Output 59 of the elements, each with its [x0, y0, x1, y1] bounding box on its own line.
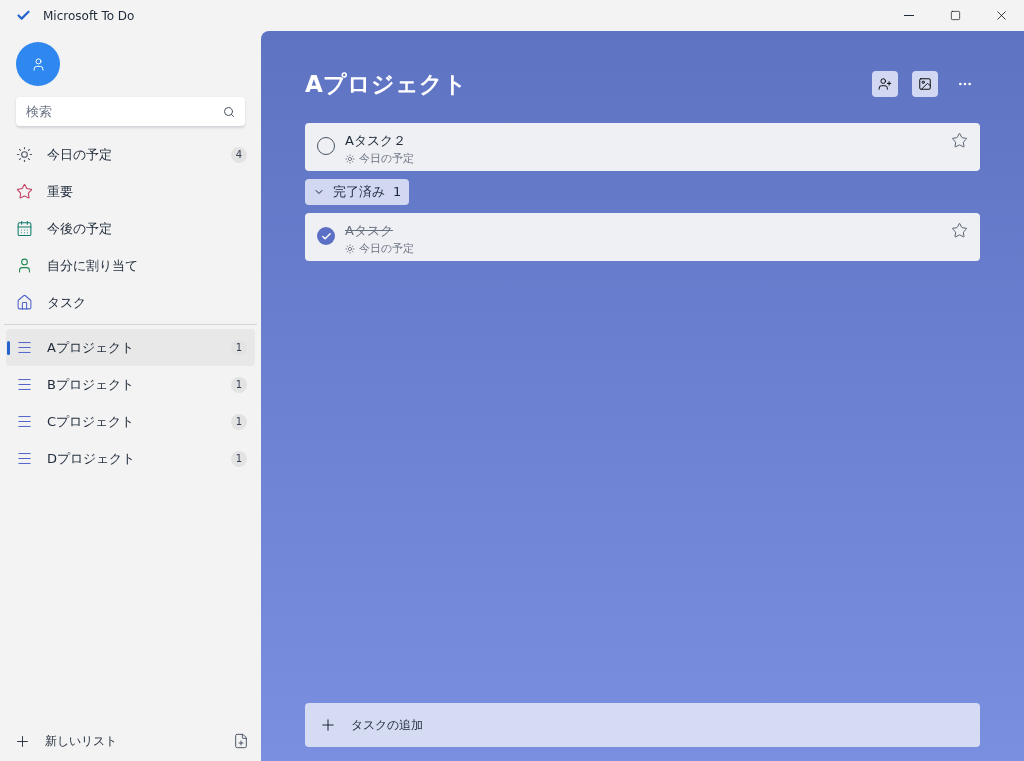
due-label: 今日の予定 — [359, 150, 414, 167]
count-badge: 1 — [231, 413, 247, 430]
nav-item[interactable]: 自分に割り当て — [0, 247, 261, 284]
list-item[interactable]: Cプロジェクト 1 — [6, 403, 255, 440]
count-badge: 1 — [231, 376, 247, 393]
nav-label: 自分に割り当て — [47, 256, 138, 275]
list-icon — [16, 376, 33, 393]
list-label: Aプロジェクト — [47, 338, 134, 357]
app-logo-icon — [16, 8, 31, 23]
picture-icon — [918, 77, 932, 91]
nav-item[interactable]: 今日の予定 4 — [0, 136, 261, 173]
list-item[interactable]: Dプロジェクト 1 — [6, 440, 255, 477]
list-icon — [16, 339, 33, 356]
selection-indicator — [7, 341, 10, 355]
star-icon[interactable] — [951, 132, 968, 149]
completed-toggle[interactable]: 完了済み 1 — [305, 179, 410, 205]
maximize-icon — [949, 10, 961, 21]
task-card[interactable]: Aタスク２ 今日の予定 — [305, 123, 980, 171]
count-badge: 1 — [231, 339, 247, 356]
home-icon — [16, 294, 33, 311]
person-icon — [16, 257, 33, 274]
list-item[interactable]: Aプロジェクト 1 — [6, 329, 255, 366]
nav-label: 今後の予定 — [47, 219, 112, 238]
plus-icon — [319, 716, 337, 734]
picture-button[interactable] — [912, 71, 938, 97]
task-card[interactable]: Aタスク 今日の予定 — [305, 213, 980, 261]
list-icon — [16, 450, 33, 467]
nav-label: 重要 — [47, 182, 73, 201]
new-list-link[interactable]: 新しいリスト — [45, 732, 117, 750]
search-field[interactable]: 検索 — [16, 97, 245, 127]
task-title: Aタスク２ — [345, 132, 407, 150]
add-task-field[interactable]: タスクの追加 — [305, 703, 980, 747]
list-label: Bプロジェクト — [47, 375, 134, 394]
sun-icon — [345, 243, 355, 254]
count-badge: 1 — [231, 450, 247, 467]
nav-item[interactable]: 重要 — [0, 173, 261, 210]
window-title: Microsoft To Do — [43, 7, 135, 25]
nav-label: タスク — [47, 293, 86, 312]
share-button[interactable] — [872, 71, 898, 97]
person-add-icon — [878, 77, 892, 91]
task-title: Aタスク — [345, 222, 394, 240]
search-icon — [223, 106, 235, 118]
calendar-icon — [16, 220, 33, 237]
list-icon — [16, 413, 33, 430]
list-label: Cプロジェクト — [47, 412, 135, 431]
sun-icon — [345, 153, 355, 164]
list-title: Aプロジェクト — [305, 69, 467, 99]
nav-label: 今日の予定 — [47, 145, 112, 164]
minimize-icon — [904, 15, 914, 16]
due-label: 今日の予定 — [359, 240, 414, 257]
star-icon — [16, 183, 33, 200]
list-label: Dプロジェクト — [47, 449, 135, 468]
sun-icon — [16, 146, 33, 163]
count-badge: 4 — [231, 146, 247, 163]
list-item[interactable]: Bプロジェクト 1 — [6, 366, 255, 403]
nav-item[interactable]: タスク — [0, 284, 261, 321]
star-icon[interactable] — [951, 222, 968, 239]
avatar[interactable] — [16, 42, 60, 86]
nav-item[interactable]: 今後の予定 — [0, 210, 261, 247]
